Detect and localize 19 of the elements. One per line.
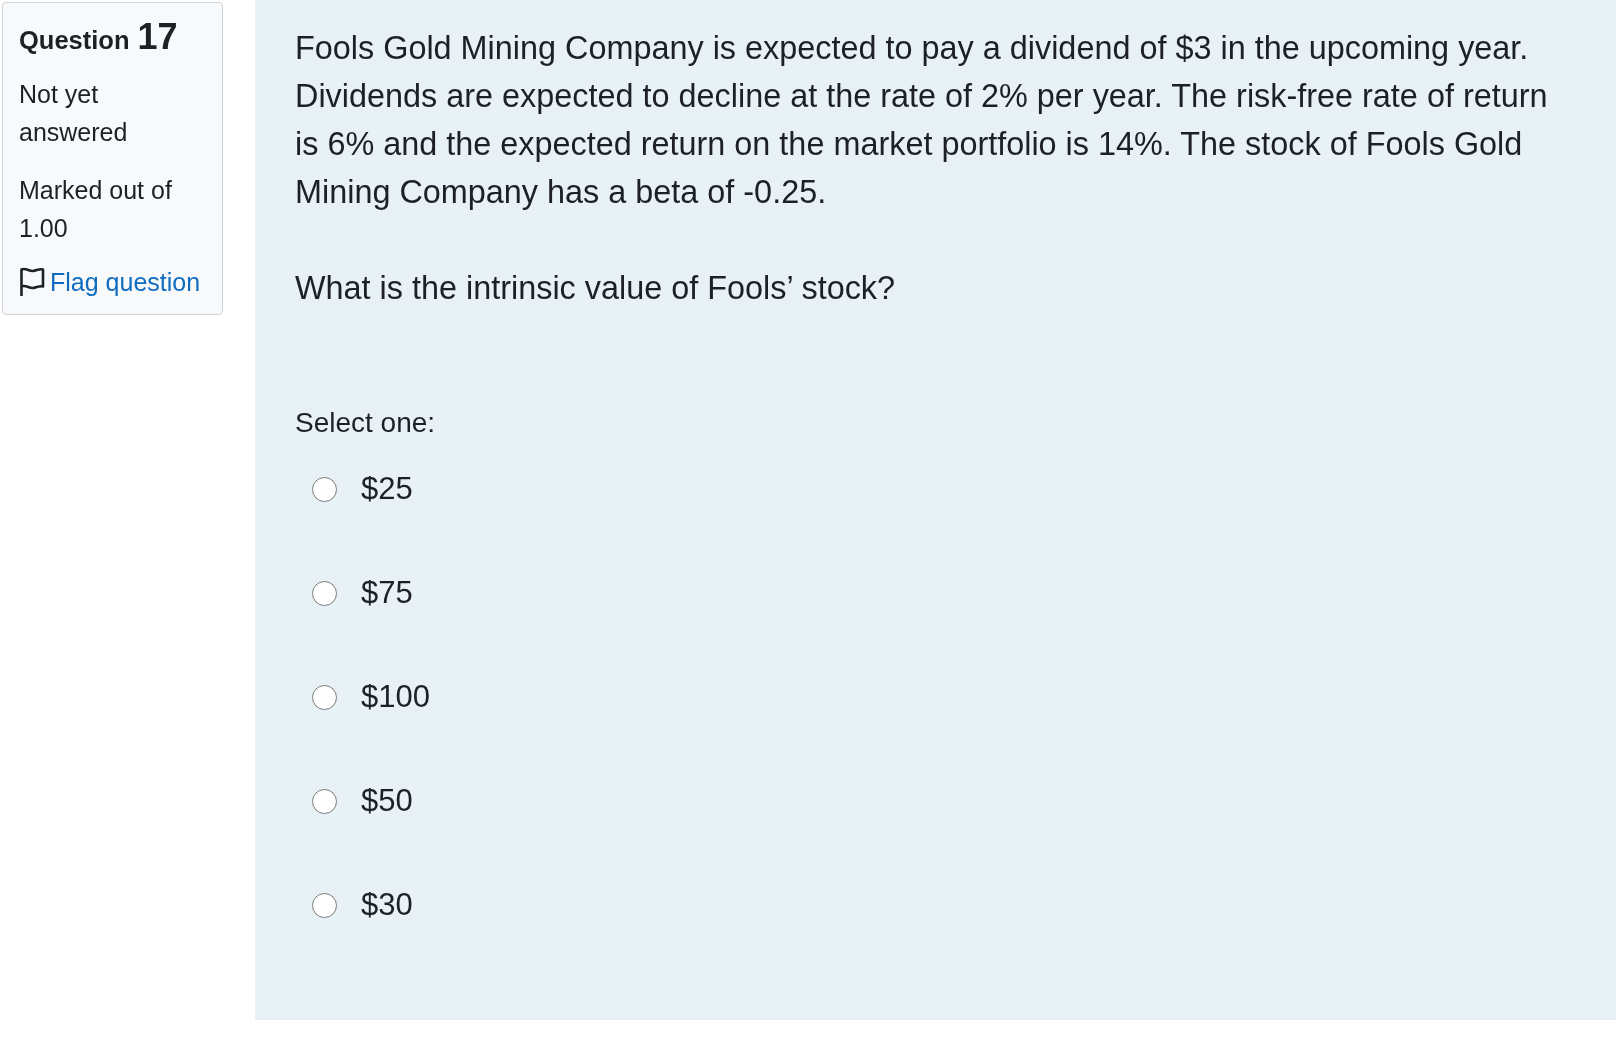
question-number: 17 — [137, 15, 178, 59]
grade-info: Marked out of 1.00 — [19, 175, 173, 244]
radio-button[interactable] — [312, 788, 337, 814]
question-text: Fools Gold Mining Company is expected to pay a dividend of $3 in the upcoming year. Dividends are expected to decline at the rate of 2% per year. The risk-free rate of return is 6% and the expected return on the market portfolio is 14%. The stock of Fools Gold Mining Company has a beta of -0.25. — [295, 29, 1549, 212]
flag-question-link[interactable]: Flag question — [50, 263, 201, 301]
radio-button[interactable] — [312, 684, 337, 710]
flag-icon[interactable] — [19, 267, 45, 297]
answer-option-label[interactable]: $50 — [361, 781, 413, 821]
answer-status: Not yet answered — [19, 79, 129, 148]
answer-option-label[interactable]: $25 — [361, 469, 413, 509]
answer-option-label[interactable]: $100 — [361, 677, 430, 717]
answer-option-label[interactable]: $30 — [361, 885, 413, 925]
question-text: What is the intrinsic value of Fools’ stock? — [295, 269, 897, 308]
answer-option-label[interactable]: $75 — [361, 573, 413, 613]
radio-button[interactable] — [312, 476, 337, 502]
radio-button[interactable] — [312, 580, 337, 606]
question-label: Question — [19, 25, 130, 56]
radio-button[interactable] — [312, 892, 337, 918]
select-prompt: Select one: — [295, 406, 437, 440]
